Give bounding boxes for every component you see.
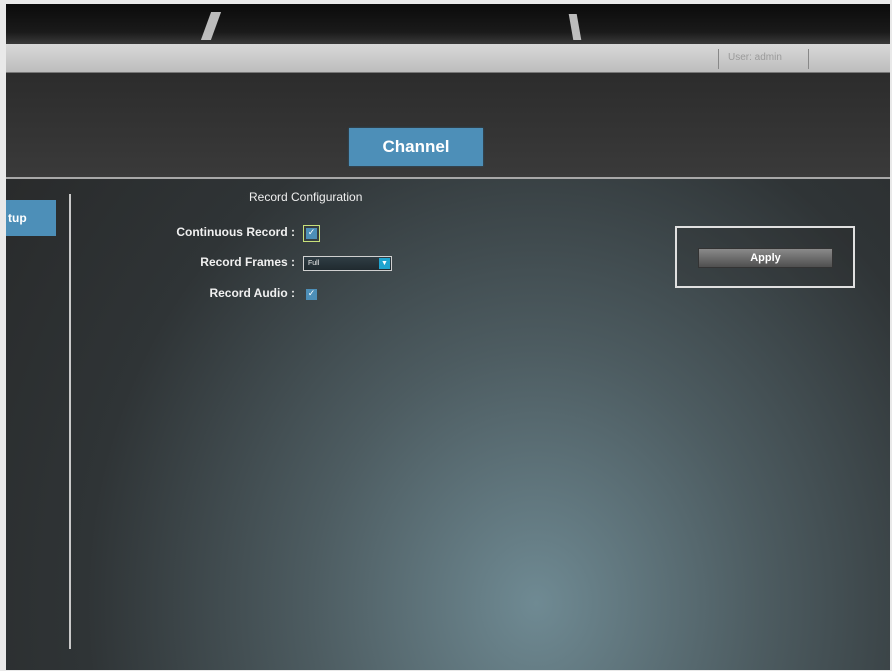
- top-bar: User: admin: [6, 44, 890, 73]
- record-frames-select[interactable]: Full ▼: [303, 256, 392, 271]
- record-audio-checkbox[interactable]: ✓: [306, 289, 317, 300]
- divider: [808, 49, 809, 69]
- header-divider: [6, 177, 890, 179]
- tab-channel[interactable]: Channel: [349, 128, 483, 166]
- record-frames-value: Full: [308, 260, 320, 267]
- screen-glare: [568, 14, 582, 40]
- sidebar-divider: [69, 194, 71, 649]
- screen: User: admin Channel tup Record Configura…: [6, 4, 890, 670]
- chevron-down-icon[interactable]: ▼: [379, 258, 390, 269]
- check-icon: ✓: [307, 228, 316, 238]
- screen-glare: [200, 12, 222, 40]
- continuous-record-checkbox[interactable]: ✓: [306, 228, 317, 239]
- continuous-record-label: Continuous Record :: [176, 225, 295, 239]
- divider: [718, 49, 719, 69]
- check-icon: ✓: [307, 289, 316, 299]
- section-title: Record Configuration: [249, 190, 363, 204]
- apply-button[interactable]: Apply: [698, 248, 833, 268]
- monitor-bezel: [6, 4, 890, 44]
- sidebar-item-setup[interactable]: tup: [6, 200, 56, 236]
- record-frames-label: Record Frames :: [200, 255, 295, 269]
- user-label: User: admin: [728, 52, 782, 63]
- record-audio-label: Record Audio :: [209, 286, 295, 300]
